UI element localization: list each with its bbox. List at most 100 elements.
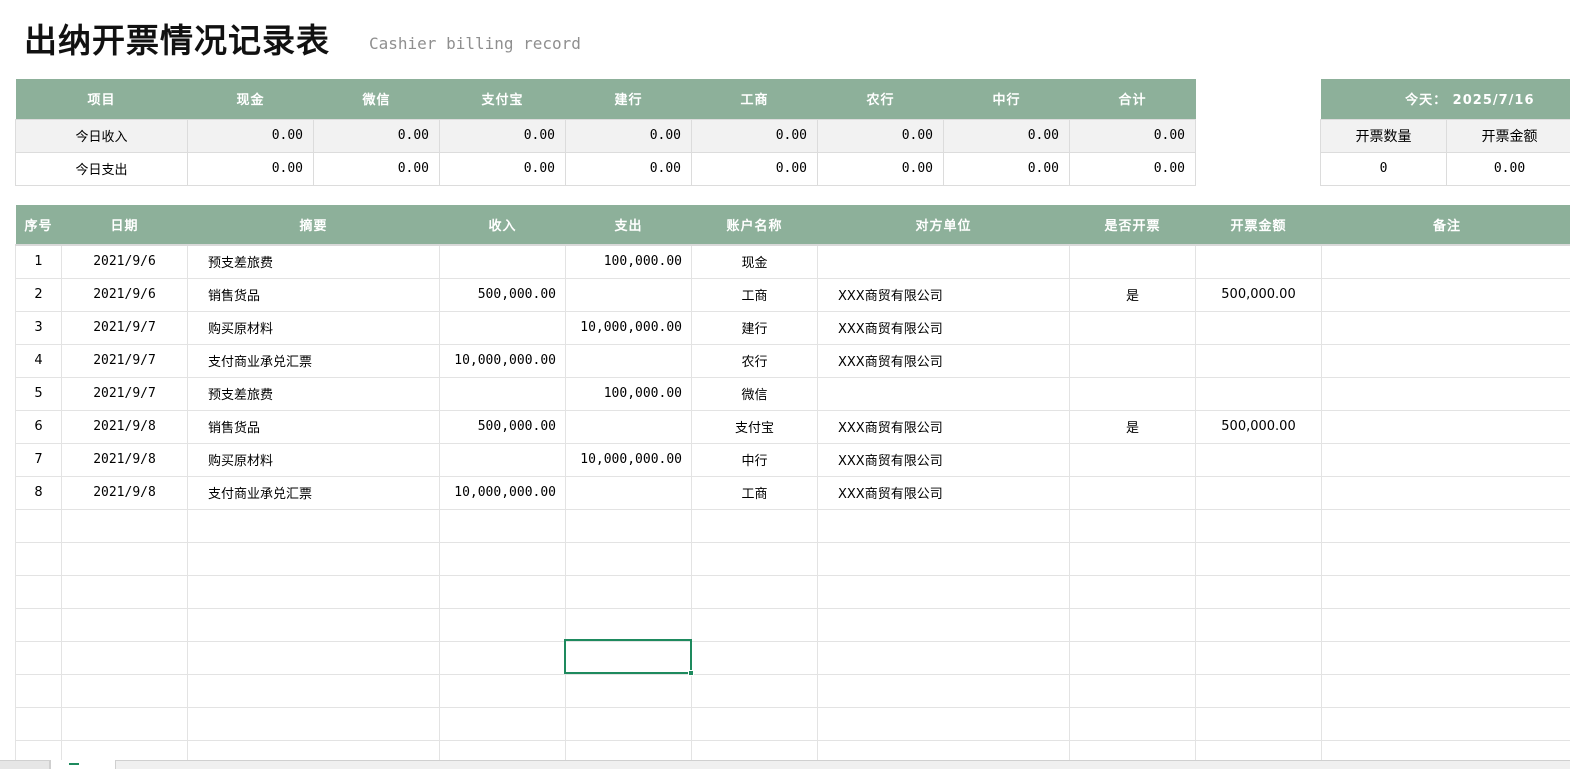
summary-cell[interactable]: [187, 674, 440, 708]
summary-cell[interactable]: [187, 509, 440, 543]
col-invoice-amount[interactable]: 开票金额: [1195, 205, 1322, 246]
today-date[interactable]: 今天： 2025/7/16: [1320, 79, 1570, 119]
active-cell-selection[interactable]: [564, 639, 694, 676]
invoiced-cell[interactable]: [1069, 443, 1196, 477]
counterparty-cell[interactable]: [817, 245, 1070, 279]
summary-cell[interactable]: [187, 542, 440, 576]
counterparty-cell[interactable]: XXX商贸有限公司: [817, 476, 1070, 510]
summary-cell[interactable]: 0.00: [691, 118, 818, 153]
income-cell[interactable]: [439, 245, 566, 279]
date-cell[interactable]: [61, 542, 188, 576]
account-cell[interactable]: [691, 608, 818, 642]
counterparty-cell[interactable]: [817, 707, 1070, 741]
summary-cell[interactable]: 0.00: [313, 118, 440, 153]
invoice-amount-value[interactable]: 0.00: [1446, 151, 1570, 186]
summary-cell[interactable]: 支付商业承兑汇票: [187, 344, 440, 378]
summary-col-total[interactable]: 合计: [1069, 79, 1196, 119]
date-cell[interactable]: 2021/9/8: [61, 476, 188, 510]
invoice-amount-cell[interactable]: [1195, 311, 1322, 345]
expense-cell[interactable]: [565, 344, 692, 378]
remarks-cell[interactable]: [1321, 674, 1570, 708]
income-cell[interactable]: [439, 641, 566, 675]
income-cell[interactable]: 10,000,000.00: [439, 344, 566, 378]
summary-col-boc[interactable]: 中行: [943, 79, 1070, 119]
remarks-cell[interactable]: [1321, 377, 1570, 411]
col-invoiced[interactable]: 是否开票: [1069, 205, 1196, 246]
account-cell[interactable]: 农行: [691, 344, 818, 378]
index-cell[interactable]: 5: [15, 377, 62, 411]
sheet-tab-active[interactable]: [50, 760, 116, 769]
col-income[interactable]: 收入: [439, 205, 566, 246]
counterparty-cell[interactable]: XXX商贸有限公司: [817, 344, 1070, 378]
invoice-amount-cell[interactable]: [1195, 344, 1322, 378]
invoice-amount-cell[interactable]: 500,000.00: [1195, 278, 1322, 312]
invoice-amount-cell[interactable]: [1195, 509, 1322, 543]
date-cell[interactable]: [61, 509, 188, 543]
invoiced-cell[interactable]: [1069, 707, 1196, 741]
account-cell[interactable]: 微信: [691, 377, 818, 411]
index-cell[interactable]: [15, 542, 62, 576]
summary-cell[interactable]: 0.00: [313, 151, 440, 186]
remarks-cell[interactable]: [1321, 509, 1570, 543]
index-cell[interactable]: [15, 575, 62, 609]
invoice-amount-cell[interactable]: [1195, 542, 1322, 576]
expense-cell[interactable]: [565, 278, 692, 312]
income-cell[interactable]: [439, 542, 566, 576]
income-cell[interactable]: [439, 311, 566, 345]
account-cell[interactable]: 现金: [691, 245, 818, 279]
date-cell[interactable]: 2021/9/7: [61, 377, 188, 411]
remarks-cell[interactable]: [1321, 542, 1570, 576]
invoiced-cell[interactable]: 是: [1069, 410, 1196, 444]
index-cell[interactable]: [15, 509, 62, 543]
account-cell[interactable]: 中行: [691, 443, 818, 477]
income-cell[interactable]: 10,000,000.00: [439, 476, 566, 510]
invoice-amount-cell[interactable]: [1195, 443, 1322, 477]
remarks-cell[interactable]: [1321, 641, 1570, 675]
account-cell[interactable]: [691, 641, 818, 675]
counterparty-cell[interactable]: XXX商贸有限公司: [817, 311, 1070, 345]
summary-col-icbc[interactable]: 工商: [691, 79, 818, 119]
date-cell[interactable]: [61, 674, 188, 708]
index-cell[interactable]: 7: [15, 443, 62, 477]
summary-cell[interactable]: [187, 608, 440, 642]
summary-cell[interactable]: 0.00: [817, 151, 944, 186]
income-cell[interactable]: [439, 674, 566, 708]
invoiced-cell[interactable]: [1069, 509, 1196, 543]
expense-cell[interactable]: [565, 575, 692, 609]
income-cell[interactable]: [439, 707, 566, 741]
index-cell[interactable]: [15, 707, 62, 741]
remarks-cell[interactable]: [1321, 443, 1570, 477]
summary-cell[interactable]: 销售货品: [187, 278, 440, 312]
counterparty-cell[interactable]: [817, 641, 1070, 675]
expense-cell[interactable]: 100,000.00: [565, 377, 692, 411]
counterparty-cell[interactable]: [817, 608, 1070, 642]
invoiced-cell[interactable]: [1069, 674, 1196, 708]
invoiced-cell[interactable]: [1069, 377, 1196, 411]
summary-cell[interactable]: 0.00: [439, 151, 566, 186]
summary-cell[interactable]: [187, 707, 440, 741]
counterparty-cell[interactable]: XXX商贸有限公司: [817, 443, 1070, 477]
summary-col-ccb[interactable]: 建行: [565, 79, 692, 119]
income-cell[interactable]: [439, 377, 566, 411]
invoice-amount-label[interactable]: 开票金额: [1446, 118, 1570, 153]
income-cell[interactable]: [439, 608, 566, 642]
account-cell[interactable]: [691, 707, 818, 741]
date-cell[interactable]: 2021/9/8: [61, 443, 188, 477]
account-cell[interactable]: [691, 575, 818, 609]
invoice-amount-cell[interactable]: [1195, 707, 1322, 741]
expense-cell[interactable]: [565, 410, 692, 444]
remarks-cell[interactable]: [1321, 278, 1570, 312]
invoiced-cell[interactable]: 是: [1069, 278, 1196, 312]
summary-col-item[interactable]: 项目: [15, 79, 188, 119]
summary-cell[interactable]: 0.00: [565, 118, 692, 153]
invoice-amount-cell[interactable]: [1195, 641, 1322, 675]
date-cell[interactable]: 2021/9/6: [61, 245, 188, 279]
index-cell[interactable]: 6: [15, 410, 62, 444]
invoice-amount-cell[interactable]: [1195, 476, 1322, 510]
col-date[interactable]: 日期: [61, 205, 188, 246]
account-cell[interactable]: 支付宝: [691, 410, 818, 444]
counterparty-cell[interactable]: XXX商贸有限公司: [817, 278, 1070, 312]
invoice-amount-cell[interactable]: [1195, 575, 1322, 609]
summary-cell[interactable]: 0.00: [1069, 118, 1196, 153]
date-cell[interactable]: [61, 707, 188, 741]
